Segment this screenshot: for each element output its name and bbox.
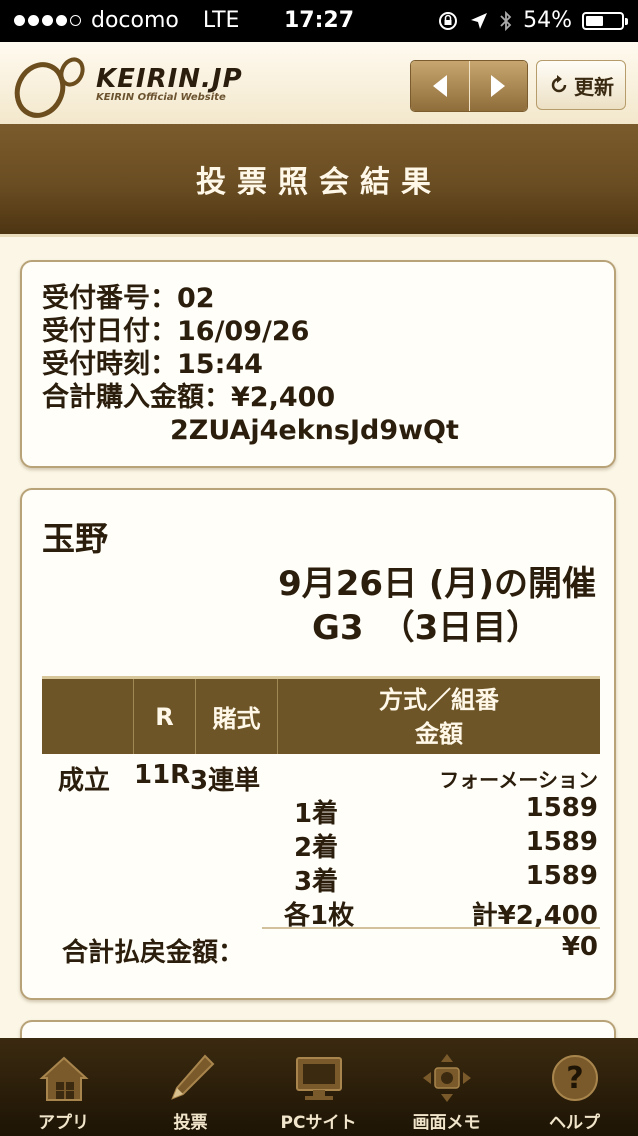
bet-detail-card: 玉野 9月26日 (月)の開催 G3 （3日目） R 賭式 方式／組番 金額 成…: [20, 488, 616, 1000]
monitor-icon: [295, 1057, 342, 1100]
logo-sub-text: KEIRIN Official Website: [96, 92, 226, 103]
tab-label: PCサイト: [280, 1113, 357, 1133]
forward-button[interactable]: [468, 61, 527, 111]
payout-label: 合計払戻金額：: [62, 938, 245, 968]
bet-race: 11R: [134, 760, 191, 790]
tab-help[interactable]: ? ヘルプ: [511, 1038, 638, 1136]
bluetooth-icon: [500, 10, 512, 31]
tab-label: アプリ: [38, 1113, 89, 1133]
leg-numbers: 1589: [525, 793, 598, 823]
chevron-right-icon: [491, 75, 506, 97]
tab-app[interactable]: アプリ: [0, 1038, 127, 1136]
header-status: [42, 679, 134, 754]
header-bet-type: 賭式: [196, 679, 278, 754]
tab-label: 画面メモ: [412, 1113, 481, 1133]
race-date: 9月26日 (月)の開催: [278, 564, 596, 604]
help-icon: ?: [551, 1055, 598, 1101]
svg-text:?: ?: [566, 1061, 583, 1096]
leg-place: 2着: [294, 833, 339, 863]
refresh-label: 更新: [574, 74, 614, 99]
tab-pc-site[interactable]: PCサイト: [255, 1038, 382, 1136]
back-button[interactable]: [411, 61, 469, 111]
home-icon: [38, 1056, 89, 1101]
header-method-line2: 金額: [415, 719, 463, 748]
battery-percent: 54%: [523, 8, 572, 33]
bet-table-header: R 賭式 方式／組番 金額: [42, 676, 600, 754]
battery-icon: [582, 11, 628, 30]
tab-screen-memo[interactable]: 画面メモ: [383, 1038, 510, 1136]
page-title: 投票照会結果: [196, 165, 442, 200]
leg-place: 1着: [294, 799, 339, 829]
receipt-time: 受付時刻：15:44: [42, 349, 263, 380]
rotation-lock-icon: [439, 11, 458, 30]
receipt-code: 2ZUAj4eknsJd9wQt: [170, 415, 459, 446]
receipt-card: 受付番号：02 受付日付：16/09/26 受付時刻：15:44 合計購入金額：…: [20, 260, 616, 468]
receipt-date: 受付日付：16/09/26: [42, 316, 310, 347]
tab-vote[interactable]: 投票: [127, 1038, 254, 1136]
chevron-left-icon: [432, 75, 447, 97]
bet-type: 3連単: [190, 766, 261, 796]
header-method: 方式／組番 金額: [278, 679, 600, 754]
logo-main-text: KEIRIN.JP: [96, 64, 243, 94]
header-method-line1: 方式／組番: [379, 685, 499, 714]
bet-method: フォーメーション: [439, 768, 598, 792]
payout-amount: ¥0: [561, 932, 598, 962]
app-header: KEIRIN.JP KEIRIN Official Website 更新: [0, 42, 638, 125]
refresh-button[interactable]: 更新: [536, 60, 626, 110]
refresh-icon: [551, 75, 567, 93]
status-bar: docomo LTE 17:27 54%: [0, 0, 638, 42]
keirin-logo-icon: [14, 57, 85, 118]
receipt-number: 受付番号：02: [42, 283, 215, 314]
total-divider: [262, 927, 600, 929]
leg-place: 3着: [294, 867, 339, 897]
page-title-band: 投票照会結果: [0, 124, 638, 237]
page-nav-buttons: [410, 60, 528, 112]
pencil-icon: [170, 1054, 214, 1100]
venue-name: 玉野: [42, 519, 108, 558]
bet-status: 成立: [58, 766, 111, 796]
site-logo: KEIRIN.JP KEIRIN Official Website: [96, 64, 243, 103]
leg-numbers: 1589: [525, 861, 598, 891]
receipt-total-purchase: 合計購入金額：¥2,400: [42, 382, 336, 413]
bottom-tab-bar: アプリ 投票 PCサイト 画面メモ ? ヘルプ: [0, 1038, 638, 1136]
header-race: R: [134, 679, 196, 754]
location-arrow-icon: [471, 12, 488, 29]
status-right: 54%: [437, 8, 628, 33]
tab-label: ヘルプ: [549, 1113, 600, 1133]
race-grade: G3 （3日目）: [312, 608, 541, 648]
tab-label: 投票: [173, 1113, 208, 1133]
leg-numbers: 1589: [525, 827, 598, 857]
camera-move-icon: [422, 1054, 471, 1102]
